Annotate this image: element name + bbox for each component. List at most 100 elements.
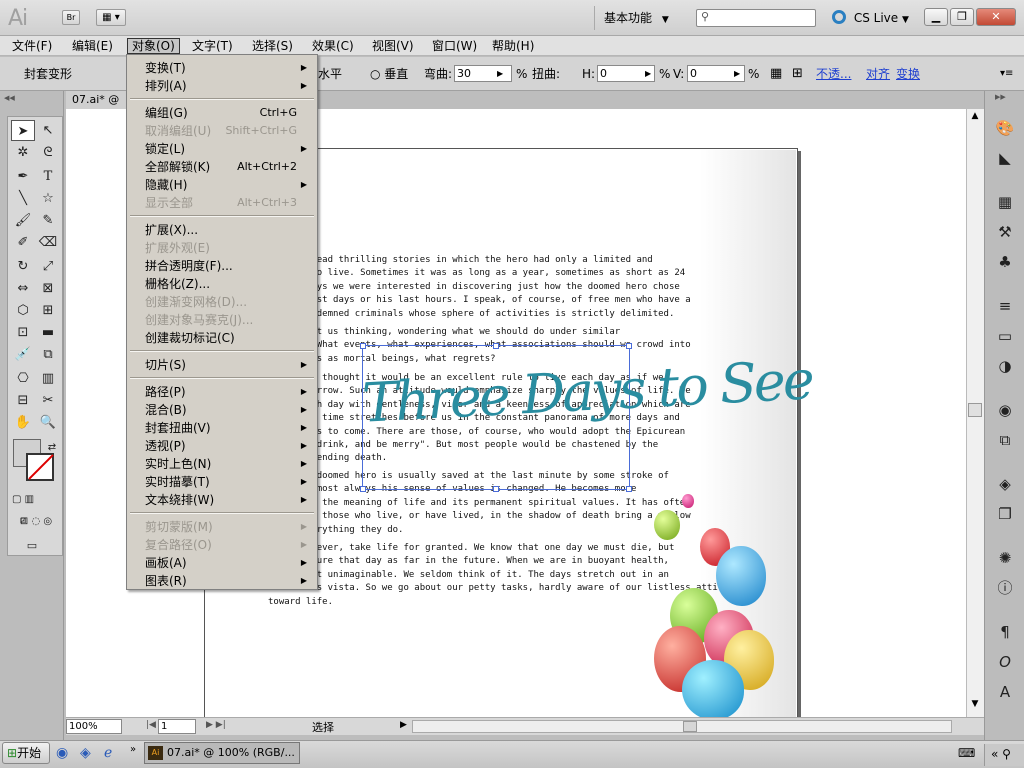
swap-colors-icon[interactable]: ⇄ (40, 437, 64, 458)
selection-handle[interactable] (360, 343, 366, 349)
symbols-panel-icon[interactable]: ♣ (993, 251, 1017, 273)
type-tool-icon[interactable]: T (36, 166, 60, 187)
object-menu-item[interactable]: 变换(T) ▶ (145, 59, 311, 77)
star-tool-icon[interactable]: ☆ (36, 188, 60, 209)
artboard-tool-icon[interactable]: ⊟ (11, 390, 35, 411)
object-menu-item[interactable]: 封套扭曲(V) ▶ (145, 419, 311, 437)
menu-effect[interactable]: 效果(C) (308, 38, 358, 54)
swatches-panel-icon[interactable]: ▦ (993, 191, 1017, 213)
vertical-radio[interactable]: ○ 垂直 (370, 66, 408, 82)
pencil-tool-icon[interactable]: ✎ (36, 210, 60, 231)
page-input[interactable]: 1 (158, 719, 196, 734)
selection-handle[interactable] (360, 486, 366, 492)
scroll-thumb[interactable] (968, 403, 982, 417)
lasso-tool-icon[interactable]: ᘓ (36, 142, 60, 163)
menu-edit[interactable]: 编辑(E) (68, 38, 117, 54)
pen-tool-icon[interactable]: ✒ (11, 166, 35, 187)
horizontal-option[interactable]: 水平 (318, 66, 342, 82)
next-page-icon[interactable]: ▶ ▶| (206, 720, 226, 730)
search-input[interactable]: ⚲ (696, 9, 816, 27)
horizontal-scrollbar[interactable] (412, 720, 952, 733)
menu-file[interactable]: 文件(F) (8, 38, 56, 54)
collapse-panel-icon[interactable]: ◀◀ (4, 94, 60, 102)
object-menu-item[interactable]: 栅格化(Z)... (145, 275, 311, 293)
rotate-tool-icon[interactable]: ↻ (11, 256, 35, 277)
object-menu-item[interactable]: 排列(A) ▶ (145, 77, 311, 95)
object-menu-item[interactable]: 编组(G) Ctrl+G (145, 104, 311, 122)
color-mode-icon[interactable]: ▢ ▥ ⧄ (11, 489, 35, 526)
restore-button[interactable]: ❐ (950, 8, 974, 26)
object-menu-item[interactable]: 混合(B) ▶ (145, 401, 311, 419)
stroke-panel-icon[interactable]: ≡ (993, 295, 1017, 317)
status-menu-arrow[interactable]: ▶ (400, 720, 407, 730)
selection-handle[interactable] (626, 486, 632, 492)
layers-panel-icon[interactable]: ◈ (993, 473, 1017, 495)
tray-expand-icon[interactable]: « ⚲ (984, 744, 1024, 766)
menu-type[interactable]: 文字(T) (188, 38, 237, 54)
object-menu-item[interactable]: 图表(R) ▶ (145, 572, 311, 590)
hand-tool-icon[interactable]: ✋ (11, 412, 35, 433)
menu-select[interactable]: 选择(S) (248, 38, 297, 54)
vertical-scrollbar[interactable]: ▲ ▼ (966, 109, 984, 717)
graph-tool-icon[interactable]: ▥ (36, 368, 60, 389)
document-tab[interactable]: 07.ai* @ (66, 91, 126, 109)
eyedropper-tool-icon[interactable]: 💉 (11, 344, 35, 365)
opentype-panel-icon[interactable]: O (993, 651, 1017, 673)
navigator-panel-icon[interactable]: ✺ (993, 547, 1017, 569)
align-link[interactable]: 对齐 (866, 66, 890, 82)
object-menu-item[interactable]: 画板(A) ▶ (145, 554, 311, 572)
appearance-panel-icon[interactable]: ◉ (993, 399, 1017, 421)
transparency-panel-icon[interactable]: ◑ (993, 355, 1017, 377)
magic-wand-tool-icon[interactable]: ✲ (11, 142, 35, 163)
object-menu-item[interactable]: 扩展(X)... (145, 221, 311, 239)
gradient-tool-icon[interactable]: ▬ (36, 322, 60, 343)
object-menu-item[interactable]: 路径(P) ▶ (145, 383, 311, 401)
color-panel-icon[interactable]: 🎨 (993, 117, 1017, 139)
shape-builder-tool-icon[interactable]: ⬡ (11, 300, 35, 321)
direct-selection-tool-icon[interactable]: ↖ (36, 120, 60, 141)
quick-launch-ie-icon[interactable]: ℯ (104, 745, 112, 761)
color-guide-icon[interactable]: ◣ (993, 147, 1017, 169)
eraser-tool-icon[interactable]: ⌫ (36, 232, 60, 253)
scroll-thumb[interactable] (683, 721, 697, 732)
scale-tool-icon[interactable]: ⤢ (36, 256, 60, 277)
object-menu-item[interactable]: 文本绕排(W) ▶ (145, 491, 311, 509)
object-menu-item[interactable]: 拼合透明度(F)... (145, 257, 311, 275)
quick-launch-chrome-icon[interactable]: ◉ (56, 745, 68, 761)
selection-handle[interactable] (493, 343, 499, 349)
width-tool-icon[interactable]: ⇔ (11, 278, 35, 299)
artboards-panel-icon[interactable]: ❐ (993, 503, 1017, 525)
paintbrush-tool-icon[interactable]: 🖌 (11, 210, 35, 231)
edit-envelope-icon[interactable]: ▦ (770, 66, 782, 82)
current-tool-status[interactable]: 选择 (312, 719, 334, 735)
h-stepper-arrow[interactable]: ▶ (645, 66, 651, 82)
object-menu-item[interactable]: 锁定(L) ▶ (145, 140, 311, 158)
menu-window[interactable]: 窗口(W) (428, 38, 481, 54)
quick-launch-explorer-icon[interactable]: ◈ (80, 745, 91, 761)
menu-object[interactable]: 对象(O) (127, 38, 180, 54)
taskbar-illustrator-item[interactable]: Ai 07.ai* @ 100% (RGB/... (144, 742, 300, 764)
character-panel-icon[interactable]: A (993, 681, 1017, 703)
start-button[interactable]: ⊞开始 (2, 742, 50, 764)
opacity-link[interactable]: 不透... (816, 66, 851, 82)
selection-handle[interactable] (493, 486, 499, 492)
cs-live-button[interactable]: CS Live ▼ (832, 8, 909, 28)
panel-menu-icon[interactable]: ▾≡ (1000, 66, 1013, 82)
object-menu-item[interactable]: 全部解锁(K) Alt+Ctrl+2 (145, 158, 311, 176)
bridge-button[interactable]: Br (62, 10, 80, 25)
free-transform-tool-icon[interactable]: ⊠ (36, 278, 60, 299)
selection-handle[interactable] (626, 343, 632, 349)
quick-launch-expand-icon[interactable]: » (130, 744, 136, 755)
perspective-grid-tool-icon[interactable]: ⊞ (36, 300, 60, 321)
screen-mode-icon[interactable]: ▭ (20, 535, 44, 556)
graphic-styles-icon[interactable]: ⧉ (993, 429, 1017, 451)
drawing-mode-icon[interactable]: ⊡ ◌ ◎ (11, 511, 61, 532)
gradient-panel-icon[interactable]: ▭ (993, 325, 1017, 347)
slice-tool-icon[interactable]: ✂ (36, 390, 60, 411)
object-menu-item[interactable]: 隐藏(H) ▶ (145, 176, 311, 194)
scroll-down-icon[interactable]: ▼ (968, 699, 982, 713)
blob-brush-tool-icon[interactable]: ✐ (11, 232, 35, 253)
close-button[interactable]: ✕ (976, 8, 1016, 26)
keyboard-tray-icon[interactable]: ⌨ (958, 746, 975, 760)
line-tool-icon[interactable]: ╲ (11, 188, 35, 209)
